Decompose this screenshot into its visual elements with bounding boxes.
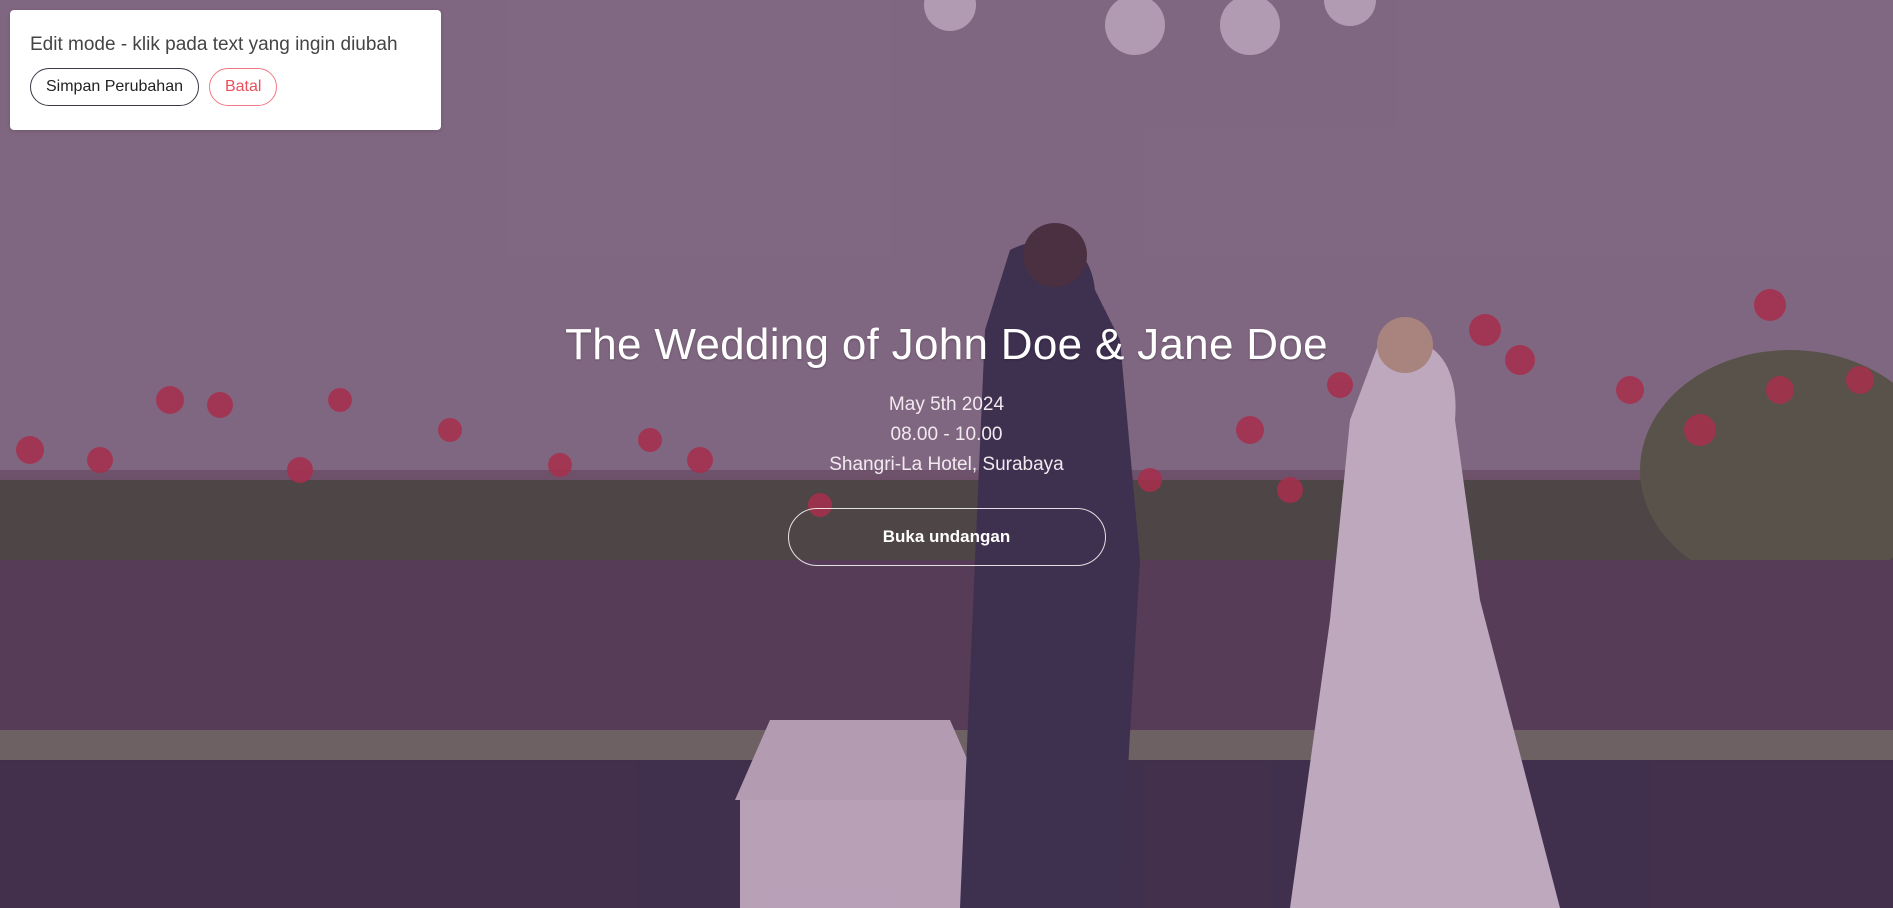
open-invitation-button[interactable]: Buka undangan [787, 508, 1106, 566]
event-venue[interactable]: Shangri-La Hotel, Surabaya [0, 450, 1893, 480]
edit-actions: Simpan Perubahan Batal [30, 68, 421, 106]
event-time[interactable]: 08.00 - 10.00 [0, 420, 1893, 450]
event-date[interactable]: May 5th 2024 [0, 390, 1893, 420]
cancel-button[interactable]: Batal [208, 68, 278, 106]
wedding-title[interactable]: The Wedding of John Doe & Jane Doe [0, 320, 1893, 370]
hero-content: The Wedding of John Doe & Jane Doe May 5… [0, 320, 1893, 566]
hero-section: The Wedding of John Doe & Jane Doe May 5… [0, 0, 1893, 908]
edit-mode-message: Edit mode - klik pada text yang ingin di… [30, 34, 398, 55]
save-changes-button[interactable]: Simpan Perubahan [30, 68, 199, 106]
edit-mode-panel: Edit mode - klik pada text yang ingin di… [10, 10, 441, 130]
